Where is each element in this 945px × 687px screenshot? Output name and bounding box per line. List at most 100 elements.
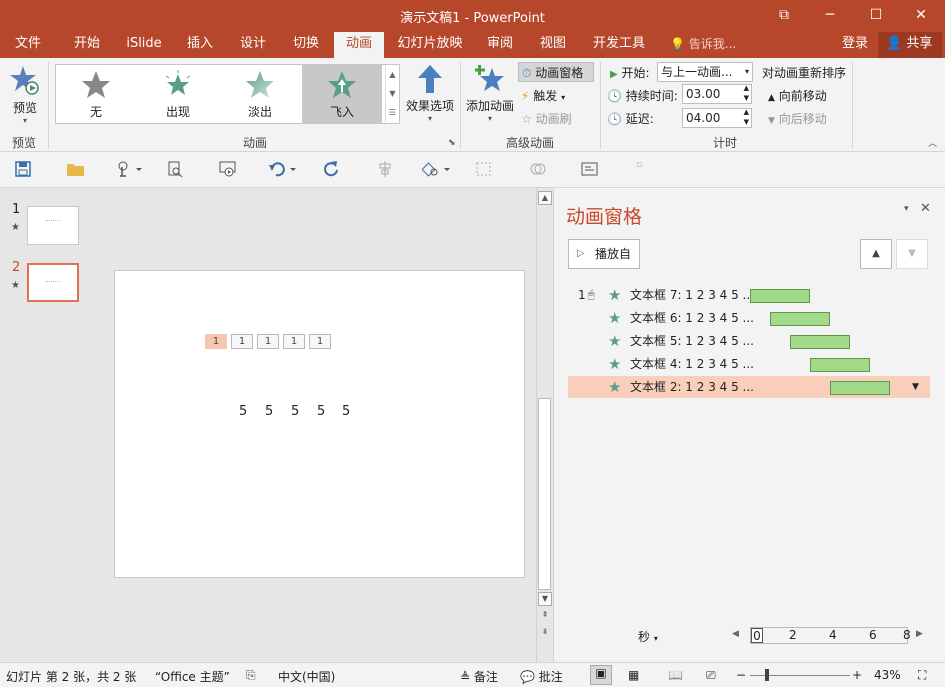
tab-developer[interactable]: 开发工具 bbox=[584, 32, 654, 58]
textbox-number[interactable]: 1 bbox=[231, 334, 253, 349]
textbox-number[interactable]: 1 bbox=[257, 334, 279, 349]
timeline-left-icon[interactable]: ◀ bbox=[732, 629, 739, 639]
slideshow-view-icon[interactable]: ⎚ bbox=[706, 668, 716, 683]
slideshow-from-start-icon[interactable] bbox=[218, 160, 240, 180]
tab-animations[interactable]: 动画 bbox=[334, 32, 384, 58]
slide-text-five[interactable]: 5 bbox=[239, 404, 247, 419]
tell-me-search[interactable]: 💡 告诉我... bbox=[670, 32, 736, 58]
customize-qat-icon[interactable]: ▫ bbox=[636, 160, 658, 180]
fit-to-window-icon[interactable]: ⛶ bbox=[918, 668, 926, 683]
shapes-icon[interactable] bbox=[421, 160, 452, 180]
notes-button[interactable]: ≜ 备注 bbox=[460, 668, 498, 685]
textbox-icon[interactable] bbox=[580, 160, 602, 180]
redo-icon[interactable] bbox=[322, 160, 344, 180]
previous-slide-icon[interactable]: ⇞ bbox=[538, 609, 552, 623]
close-button[interactable]: ✕ bbox=[906, 4, 936, 26]
tab-slideshow[interactable]: 幻灯片放映 bbox=[392, 32, 468, 58]
slide-sorter-icon[interactable]: ▦ bbox=[628, 668, 639, 682]
tab-view[interactable]: 视图 bbox=[529, 32, 577, 58]
animation-row-selected[interactable]: ★ 文本框 2: 1 2 3 4 5 ... ▼ bbox=[568, 376, 930, 398]
thumbnail-slide-2[interactable] bbox=[27, 263, 79, 302]
timeline-bar[interactable] bbox=[830, 381, 890, 395]
start-dropdown[interactable]: 与上一动画... ▾ bbox=[657, 62, 753, 82]
comments-button[interactable]: 💬 批注 bbox=[520, 668, 563, 685]
play-from-button[interactable]: ▷ 播放自 bbox=[568, 239, 640, 269]
thumbnail-slide-1[interactable] bbox=[27, 206, 79, 245]
textbox-number[interactable]: 1 bbox=[205, 334, 227, 349]
gallery-item-fade[interactable]: 淡出 bbox=[220, 65, 300, 123]
gallery-scroll[interactable]: ▲ ▼ ☰ bbox=[385, 65, 399, 123]
tab-transitions[interactable]: 切换 bbox=[282, 32, 330, 58]
merge-shapes-icon[interactable] bbox=[528, 160, 550, 180]
spinner-arrows-icon[interactable]: ▲ ▼ bbox=[744, 107, 749, 127]
vertical-scrollbar[interactable]: ▲ ▼ ⇞ ⇟ bbox=[536, 188, 552, 662]
pane-options-icon[interactable]: ▾ bbox=[904, 204, 909, 214]
timeline-bar[interactable] bbox=[750, 289, 810, 303]
next-slide-icon[interactable]: ⇟ bbox=[538, 626, 552, 640]
gallery-item-fly-in[interactable]: 飞入 bbox=[302, 65, 382, 123]
add-animation-button[interactable]: 添加动画 ▾ bbox=[464, 64, 516, 123]
zoom-in-icon[interactable]: + bbox=[852, 668, 862, 682]
close-pane-icon[interactable]: ✕ bbox=[920, 201, 931, 216]
ribbon-display-options-button[interactable]: ⧉ bbox=[769, 4, 799, 26]
sign-in-link[interactable]: 登录 bbox=[842, 32, 868, 56]
align-icon[interactable] bbox=[376, 160, 398, 180]
seconds-dropdown[interactable]: 秒 ▾ bbox=[638, 628, 658, 645]
maximize-button[interactable]: ☐ bbox=[861, 4, 891, 26]
share-button[interactable]: 👤 共享 bbox=[878, 32, 942, 58]
gallery-item-none[interactable]: 无 bbox=[56, 65, 136, 123]
timeline-bar[interactable] bbox=[810, 358, 870, 372]
zoom-slider-thumb[interactable] bbox=[765, 669, 769, 681]
animation-painter-button[interactable]: ☆ 动画刷 bbox=[521, 110, 572, 127]
tab-home[interactable]: 开始 bbox=[62, 32, 112, 58]
timeline-bar[interactable] bbox=[790, 335, 850, 349]
reading-view-icon[interactable]: 📖 bbox=[668, 668, 683, 682]
gallery-up-icon[interactable]: ▲ bbox=[386, 65, 399, 84]
animation-row[interactable]: ★ 文本框 6: 1 2 3 4 5 ... bbox=[568, 307, 930, 329]
language-status[interactable]: 中文(中国) bbox=[278, 668, 335, 685]
duration-spinner[interactable]: 03.00 ▲ ▼ bbox=[682, 84, 752, 104]
scroll-thumb[interactable] bbox=[538, 398, 551, 590]
spinner-arrows-icon[interactable]: ▲ ▼ bbox=[744, 83, 749, 103]
slide-text-five[interactable]: 5 bbox=[317, 404, 325, 419]
open-folder-icon[interactable] bbox=[66, 160, 88, 180]
selection-icon[interactable] bbox=[474, 160, 496, 180]
tab-design[interactable]: 设计 bbox=[229, 32, 277, 58]
gallery-item-appear[interactable]: 出现 bbox=[138, 65, 218, 123]
animation-row[interactable]: 1 🖱 ★ 文本框 7: 1 2 3 4 5 ... bbox=[568, 284, 930, 306]
normal-view-icon[interactable]: ▣ bbox=[590, 665, 612, 685]
zoom-out-icon[interactable]: − bbox=[736, 668, 746, 682]
row-dropdown-icon[interactable]: ▼ bbox=[912, 376, 919, 398]
timeline-bar[interactable] bbox=[770, 312, 830, 326]
gallery-down-icon[interactable]: ▼ bbox=[386, 84, 399, 103]
spelling-check-icon[interactable]: ⎘ bbox=[246, 668, 256, 683]
trigger-button[interactable]: ⚡ 触发 ▾ bbox=[521, 87, 565, 104]
delay-spinner[interactable]: 04.00 ▲ ▼ bbox=[682, 108, 752, 128]
scroll-up-icon[interactable]: ▲ bbox=[538, 191, 552, 205]
slide-canvas[interactable]: 1 1 1 1 1 5 5 5 5 5 bbox=[114, 270, 525, 578]
tab-islide[interactable]: iSlide bbox=[118, 32, 170, 58]
collapse-ribbon-icon[interactable]: ︿ bbox=[928, 136, 937, 149]
preview-button[interactable]: 预览 ▾ bbox=[6, 64, 44, 125]
print-preview-icon[interactable] bbox=[166, 160, 188, 180]
slide-text-five[interactable]: 5 bbox=[265, 404, 273, 419]
scroll-down-icon[interactable]: ▼ bbox=[538, 592, 552, 606]
undo-icon[interactable] bbox=[268, 160, 298, 180]
tab-insert[interactable]: 插入 bbox=[176, 32, 224, 58]
move-earlier-button[interactable]: ▲ 向前移动 bbox=[768, 87, 827, 104]
gallery-more-icon[interactable]: ☰ bbox=[386, 103, 399, 122]
zoom-level[interactable]: 43% bbox=[874, 668, 901, 682]
dialog-launcher-icon[interactable]: ⬊ bbox=[448, 138, 456, 148]
touch-mode-icon[interactable] bbox=[114, 160, 144, 180]
effect-options-button[interactable]: 效果选项 ▾ bbox=[404, 64, 456, 123]
animation-row[interactable]: ★ 文本框 4: 1 2 3 4 5 ... bbox=[568, 353, 930, 375]
textbox-number[interactable]: 1 bbox=[283, 334, 305, 349]
move-later-button[interactable]: ▼ 向后移动 bbox=[768, 110, 827, 127]
slide-text-five[interactable]: 5 bbox=[342, 404, 350, 419]
timeline-right-icon[interactable]: ▶ bbox=[916, 629, 923, 639]
slide-text-five[interactable]: 5 bbox=[291, 404, 299, 419]
move-down-button[interactable]: ▼ bbox=[896, 239, 928, 269]
animation-pane-button[interactable]: ⏱ 动画窗格 bbox=[518, 62, 594, 82]
animation-row[interactable]: ★ 文本框 5: 1 2 3 4 5 ... bbox=[568, 330, 930, 352]
tab-review[interactable]: 审阅 bbox=[476, 32, 524, 58]
